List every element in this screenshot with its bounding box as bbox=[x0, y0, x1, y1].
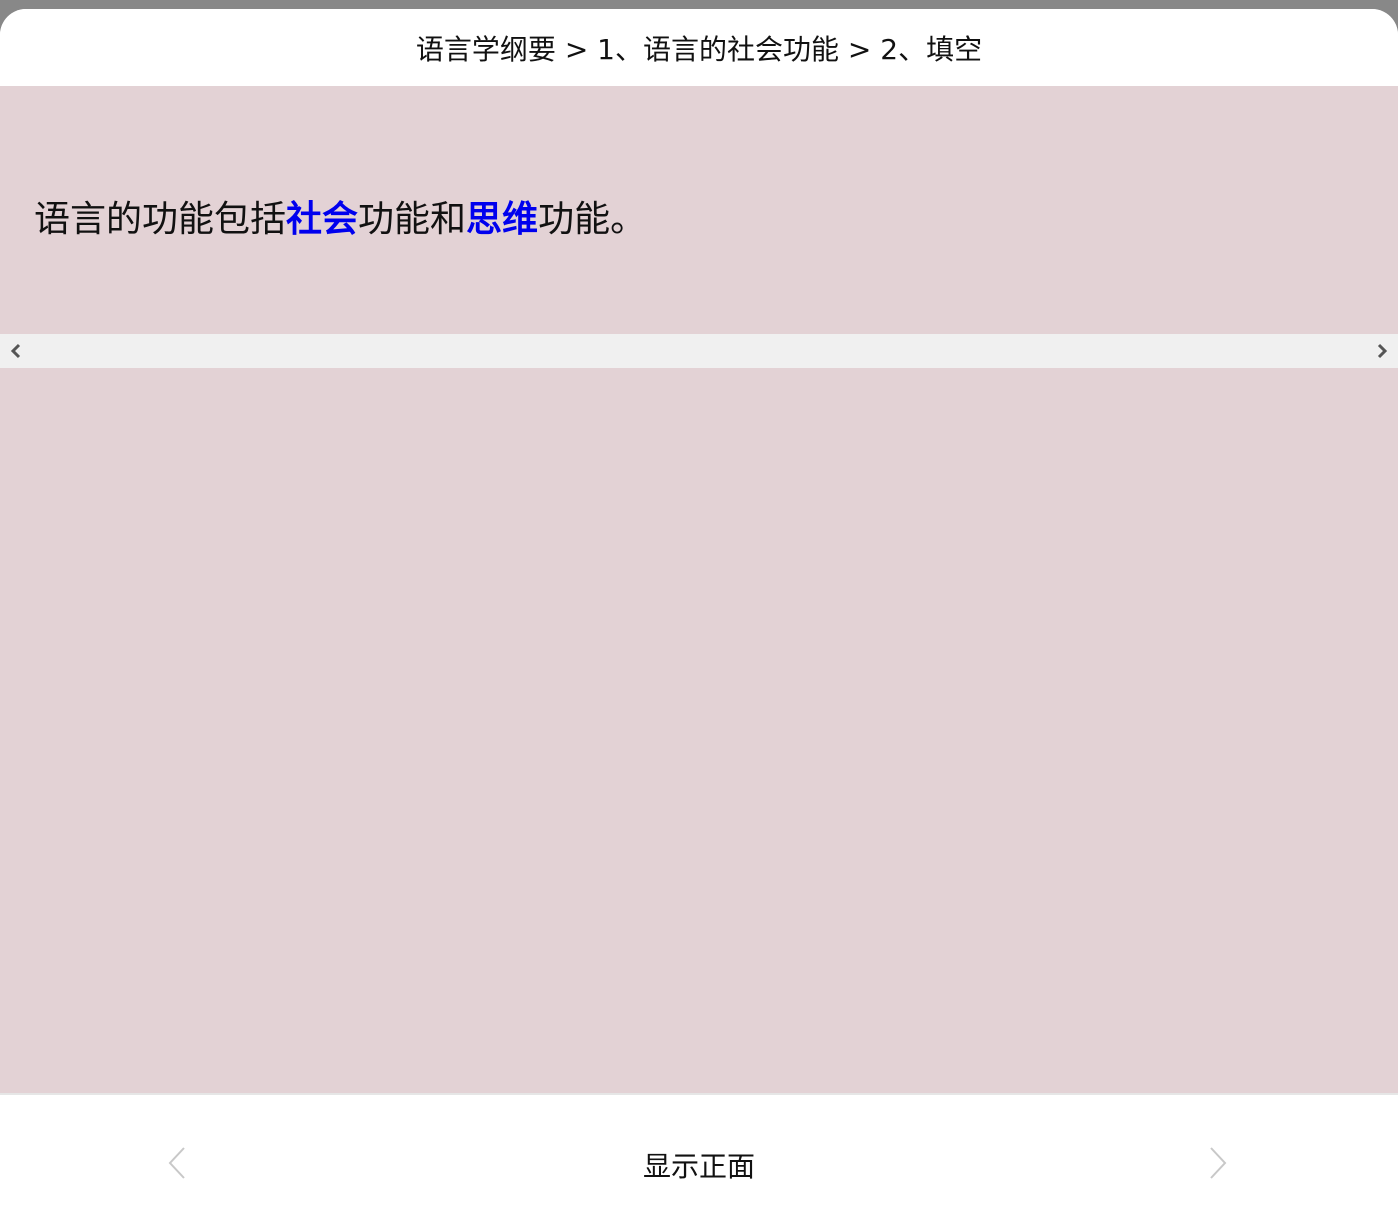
card-question: 语言的功能包括社会功能和思维功能。 bbox=[34, 190, 646, 242]
chevron-left-icon[interactable] bbox=[2, 334, 30, 368]
question-text-part: 功能。 bbox=[538, 199, 647, 240]
breadcrumb-text: 语言学纲要 > 1、语言的社会功能 > 2、填空 bbox=[415, 32, 983, 66]
breadcrumb: 语言学纲要 > 1、语言的社会功能 > 2、填空 bbox=[0, 9, 1398, 86]
chevron-left-icon bbox=[168, 1147, 185, 1179]
previous-card-button[interactable] bbox=[157, 1141, 197, 1185]
chevron-right-icon bbox=[1210, 1147, 1227, 1179]
next-card-button[interactable] bbox=[1198, 1141, 1238, 1185]
show-front-button[interactable]: 显示正面 bbox=[549, 1143, 849, 1187]
pane-splitter[interactable] bbox=[0, 334, 1398, 368]
question-text-part: 功能和 bbox=[358, 199, 467, 240]
flashcard-window: 语言学纲要 > 1、语言的社会功能 > 2、填空 语言的功能包括社会功能和思维功… bbox=[0, 9, 1398, 1231]
answer-blank: 思维 bbox=[466, 199, 539, 240]
chevron-right-icon[interactable] bbox=[1368, 334, 1396, 368]
question-text-part: 语言的功能包括 bbox=[34, 199, 287, 240]
card-back-pane bbox=[0, 368, 1398, 1093]
card-front-pane: 语言的功能包括社会功能和思维功能。 bbox=[0, 86, 1398, 334]
card-footer: 显示正面 bbox=[0, 1093, 1398, 1231]
answer-blank: 社会 bbox=[286, 199, 359, 240]
